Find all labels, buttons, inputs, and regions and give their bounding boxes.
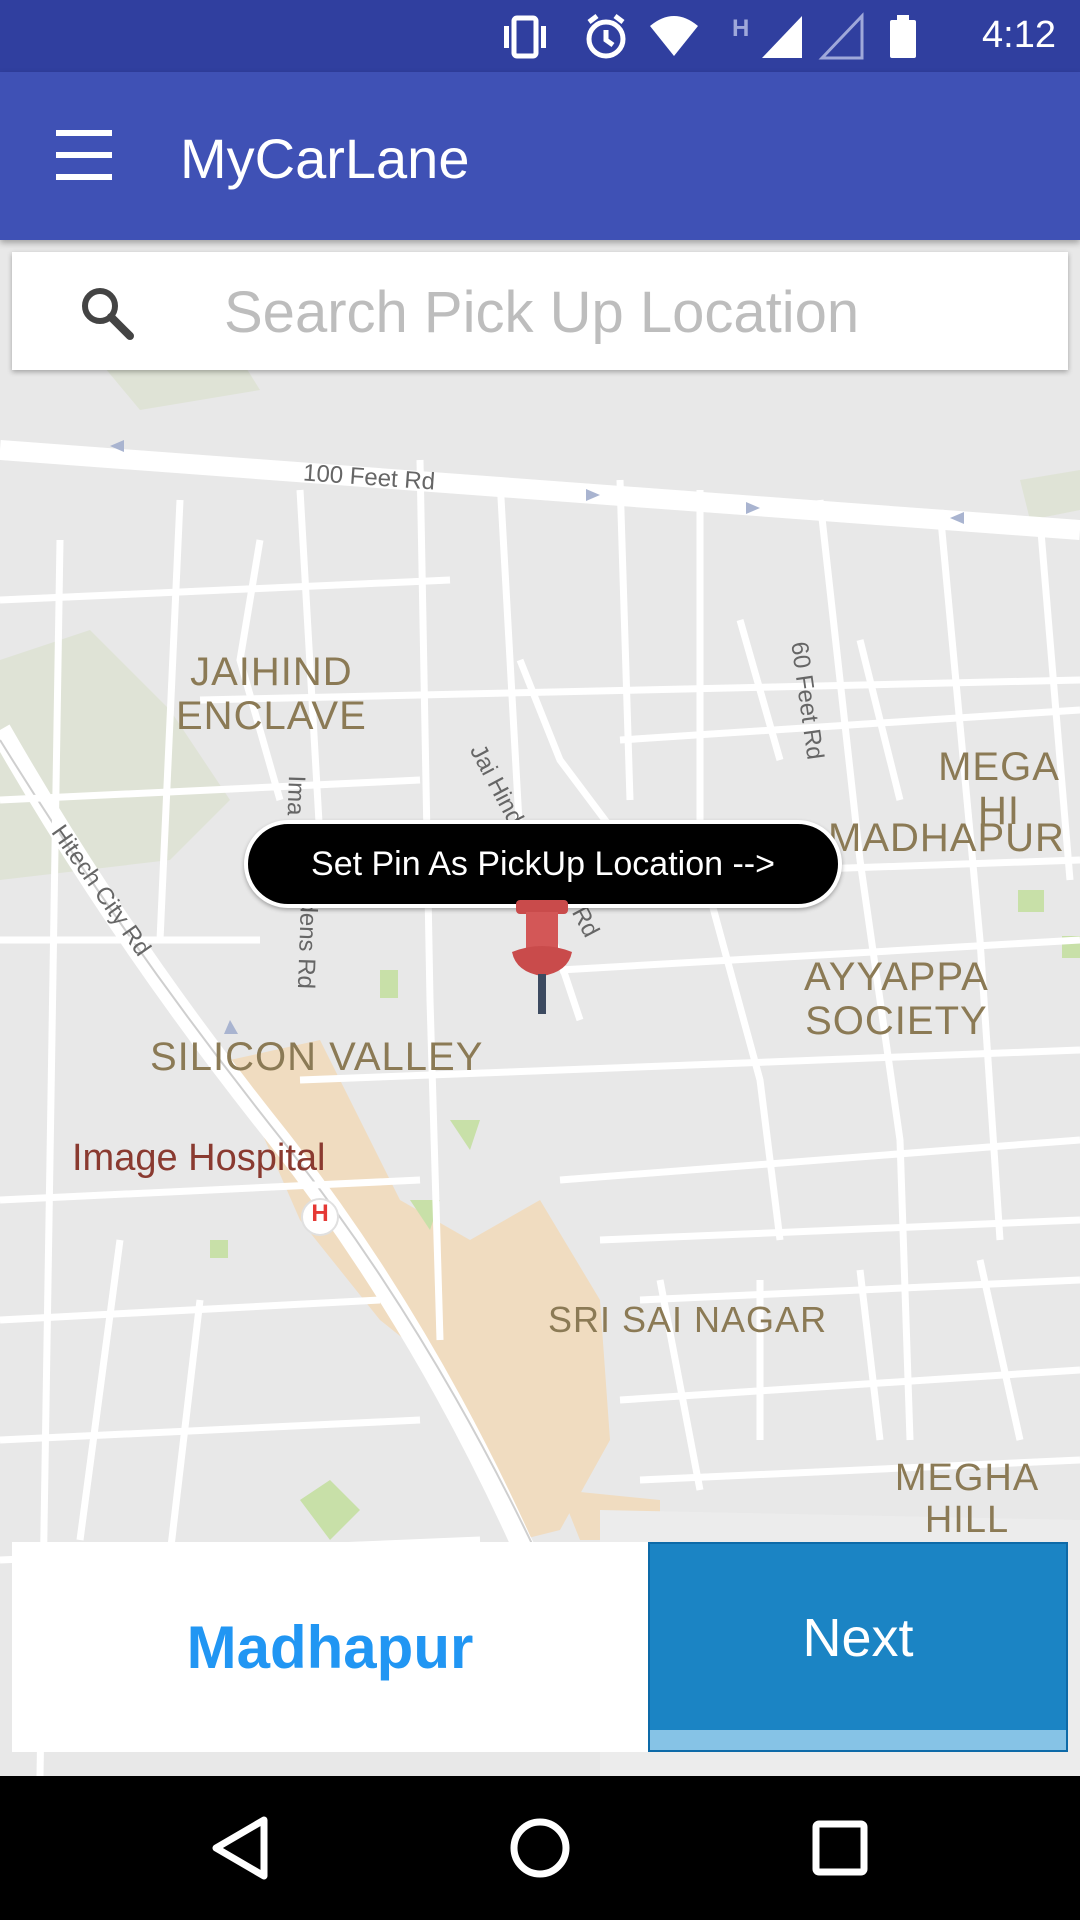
svg-text:H: H <box>732 15 749 42</box>
alarm-icon <box>586 14 626 59</box>
map-label-ayyappa: AYYAPPA SOCIETY <box>804 955 989 1043</box>
selected-location-label: Madhapur <box>186 1613 474 1681</box>
map-label-megha-hills: MEGHA HILL <box>894 1457 1040 1541</box>
hospital-marker[interactable]: H <box>308 1200 332 1228</box>
home-icon[interactable] <box>490 1798 590 1898</box>
set-pin-tooltip[interactable]: Set Pin As PickUp Location --> <box>244 820 842 908</box>
status-icons: H <box>504 12 916 60</box>
road-label-dens: dens Rd <box>291 899 322 990</box>
map-label-jaihind: JAIHIND ENCLAVE <box>176 650 367 738</box>
menu-icon-bar <box>56 152 112 158</box>
next-button-strip <box>650 1730 1066 1750</box>
signal-icon <box>762 16 802 58</box>
search-icon[interactable] <box>76 282 136 342</box>
recents-icon[interactable] <box>790 1798 890 1898</box>
search-input[interactable] <box>222 272 1046 352</box>
next-button-label: Next <box>802 1608 914 1668</box>
map-label-sri-sai-nagar: SRI SAI NAGAR <box>548 1299 828 1340</box>
selected-location-panel: Madhapur <box>12 1542 648 1752</box>
menu-icon <box>56 130 112 136</box>
battery-icon <box>890 15 916 58</box>
wifi-icon <box>650 16 698 56</box>
signal-empty-icon <box>818 12 864 60</box>
app-bar: MyCarLane <box>0 72 1080 240</box>
navigation-bar <box>0 1776 1080 1920</box>
back-icon[interactable] <box>190 1798 290 1898</box>
map-label-silicon-valley: SILICON VALLEY <box>150 1035 484 1079</box>
next-button[interactable]: Next <box>648 1542 1068 1752</box>
map-pin-icon[interactable] <box>508 900 576 1020</box>
menu-button[interactable] <box>36 112 132 200</box>
status-time: 4:12 <box>982 14 1056 56</box>
menu-icon-bar <box>56 174 112 180</box>
search-bar <box>12 252 1068 370</box>
poi-image-hospital[interactable]: Image Hospital <box>72 1137 325 1180</box>
road-label-ima: Ima <box>281 775 310 816</box>
app-title: MyCarLane <box>180 127 470 190</box>
vibrate-icon <box>504 15 546 59</box>
map-label-mega-hills: MEGA HI <box>938 745 1060 833</box>
h-network-icon: H <box>732 15 749 42</box>
status-bar: H 4:12 <box>0 0 1080 72</box>
